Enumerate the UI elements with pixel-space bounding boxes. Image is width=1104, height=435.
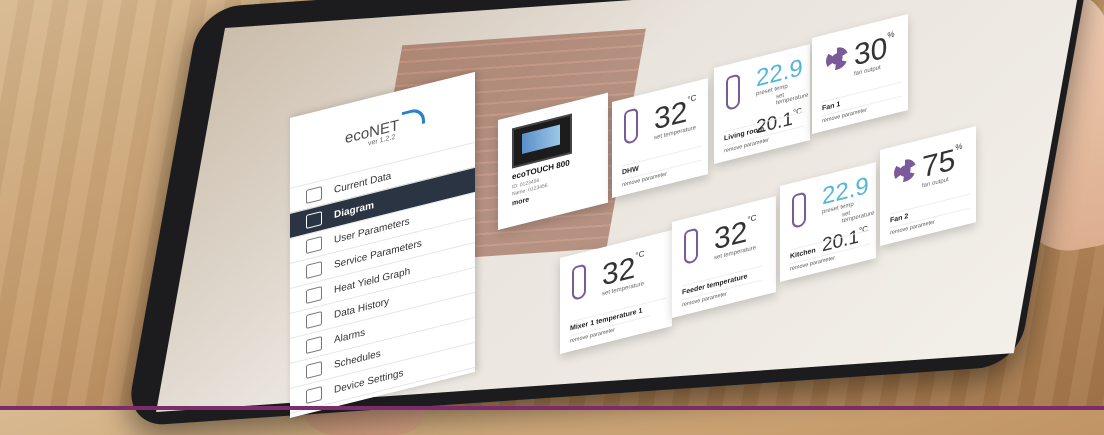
- graph-icon: [306, 286, 322, 305]
- device-settings-icon: [306, 386, 322, 405]
- wifi-icon: [402, 106, 426, 130]
- alarm-icon: [306, 336, 322, 355]
- more-link[interactable]: more: [512, 196, 529, 207]
- thermometer-icon: [624, 107, 638, 146]
- user-parameters-icon: [306, 236, 322, 255]
- diagram-icon: [306, 211, 322, 230]
- thermometer-icon: [572, 263, 586, 302]
- fan-icon: [826, 45, 848, 73]
- thermometer-icon: [792, 191, 806, 230]
- sidebar: ecoNET ver 1.2.2 Current Data Diagram Us…: [290, 71, 475, 418]
- schedule-icon: [306, 361, 322, 380]
- thermometer-icon: [684, 227, 698, 266]
- sidebar-menu: Current Data Diagram User Parameters Ser…: [290, 141, 475, 418]
- service-parameters-icon: [306, 261, 322, 280]
- thermometer-icon: [726, 73, 740, 112]
- home-icon: [306, 186, 322, 205]
- history-icon: [306, 311, 322, 330]
- bottom-accent-bar: [0, 406, 1104, 410]
- fan-icon: [894, 157, 916, 185]
